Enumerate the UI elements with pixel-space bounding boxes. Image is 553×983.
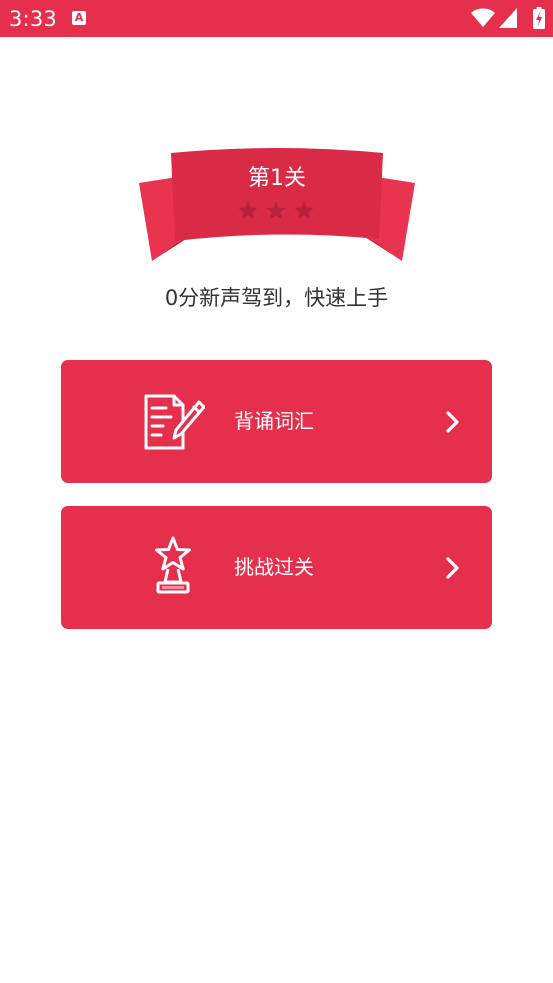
wifi-icon bbox=[471, 8, 495, 27]
recite-vocabulary-label: 背诵词汇 bbox=[234, 409, 314, 433]
battery-charging-icon bbox=[533, 7, 545, 29]
challenge-level-button[interactable]: 挑战过关 bbox=[61, 506, 492, 629]
level-subtitle: 0分新声驾到，快速上手 bbox=[164, 286, 389, 310]
ribbon-graphic bbox=[139, 148, 415, 261]
app-notification-icon: A bbox=[72, 11, 86, 25]
level-title: 第1关 bbox=[248, 166, 306, 191]
level-banner: 第1关 bbox=[139, 143, 415, 265]
signal-icon bbox=[499, 8, 517, 28]
recite-vocabulary-button[interactable]: 背诵词汇 bbox=[61, 360, 492, 483]
star-trophy-icon bbox=[155, 536, 191, 594]
notepad-pen-icon bbox=[144, 394, 205, 450]
challenge-level-label: 挑战过关 bbox=[234, 555, 314, 579]
status-bar: 3:33 A bbox=[0, 0, 553, 37]
status-time: 3:33 bbox=[9, 7, 57, 31]
chevron-right-icon bbox=[446, 411, 459, 433]
chevron-right-icon bbox=[446, 557, 459, 579]
